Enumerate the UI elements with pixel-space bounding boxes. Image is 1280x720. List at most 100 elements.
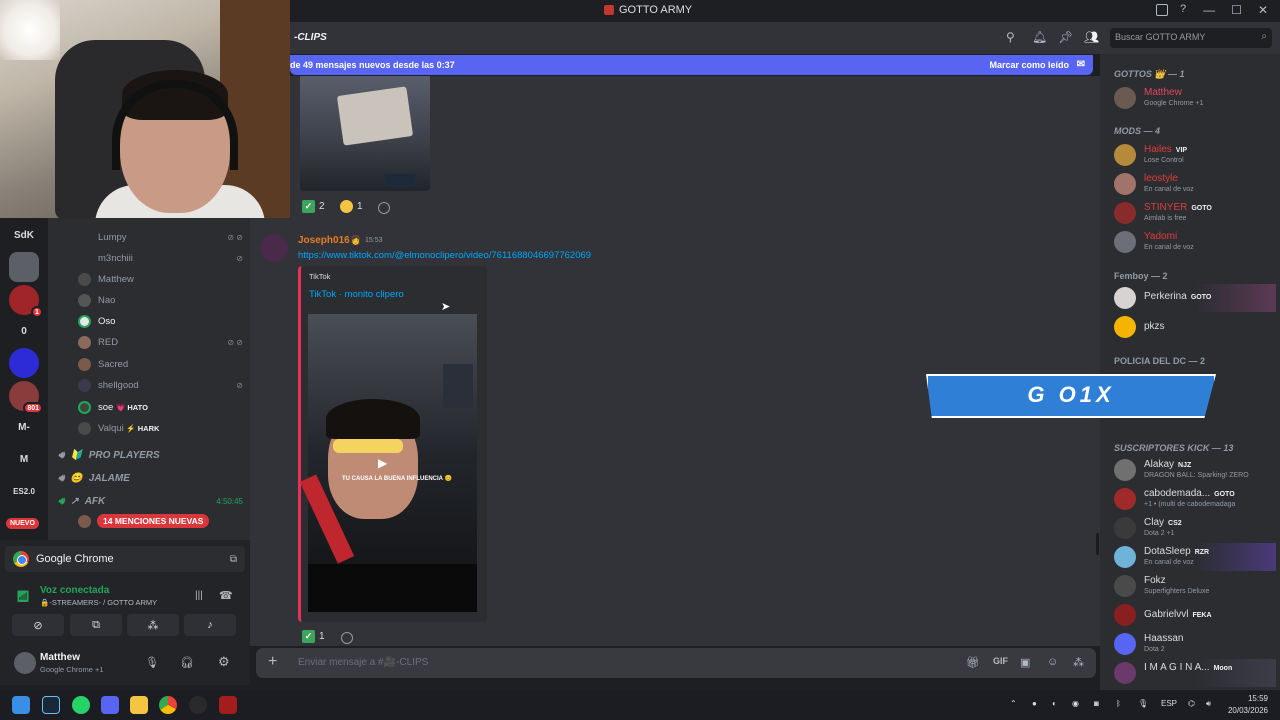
member-item[interactable]: Haassan Dota 2 (1114, 630, 1276, 658)
tray-app-icon[interactable]: ◐ (1052, 699, 1057, 708)
chrome-icon[interactable] (159, 696, 177, 714)
folder-icon[interactable] (130, 696, 148, 714)
emoji-picker-icon[interactable]: ☺ (1047, 656, 1058, 668)
member-item[interactable]: cabodemada... GOTO +1 • (multi de cabodem… (1114, 485, 1276, 513)
mark-as-read-button[interactable]: Marcar como leído (989, 60, 1069, 70)
voice-user[interactable]: Lumpy ⊘ ⊘ (78, 227, 243, 247)
server-icon[interactable]: 0 (9, 316, 39, 346)
member-item[interactable]: Yadomi En canal de voz (1114, 228, 1276, 256)
member-item[interactable]: I M A G I N A... Moon (1114, 659, 1276, 687)
soundboard-button[interactable]: ♪ (184, 614, 236, 636)
sticker-icon[interactable]: ▣ (1020, 656, 1030, 669)
member-item[interactable]: Perkerina GOTO (1114, 284, 1276, 312)
threads-icon[interactable]: ⚲ (1006, 30, 1015, 44)
add-reaction-icon[interactable] (341, 632, 353, 644)
user-name[interactable]: Matthew (40, 652, 80, 663)
member-item[interactable]: Fokz Superfighters Deluxe (1114, 572, 1276, 600)
voice-user[interactable]: m3nchiii ⊘ (78, 248, 243, 268)
member-item[interactable]: STINYER GOTO Aimlab is free (1114, 199, 1276, 227)
tray-chevron-icon[interactable]: ⌃ (1010, 699, 1017, 708)
server-icon[interactable]: 801 (9, 381, 43, 414)
camera-off-button[interactable]: ⊘ (12, 614, 64, 636)
pin-icon[interactable]: 📌︎ (1058, 30, 1073, 44)
tray-app-icon[interactable]: ● (1032, 699, 1037, 708)
disconnect-icon[interactable]: ☎ (219, 589, 233, 602)
discord-icon[interactable] (101, 696, 119, 714)
steam-icon[interactable] (42, 696, 60, 714)
voice-status[interactable]: Voz conectada (40, 585, 109, 596)
voice-user[interactable]: Oso (78, 311, 243, 331)
server-icon[interactable] (9, 252, 39, 282)
bell-icon[interactable]: 🔔︎ (1032, 30, 1047, 44)
add-reaction-icon[interactable] (378, 202, 390, 214)
chat-area[interactable]: ✓ 2 1 Joseph016 👩 15:53 https://www.tikt… (250, 76, 1100, 646)
whatsapp-icon[interactable] (72, 696, 90, 714)
voice-user[interactable]: soe 💗 HATO (78, 397, 243, 417)
members-icon[interactable]: 👥︎ (1084, 30, 1099, 44)
start-icon[interactable] (12, 696, 30, 714)
close-button[interactable]: ✕ (1258, 3, 1268, 17)
embed-title[interactable]: TikTok · monito clipero (309, 289, 404, 300)
voice-user[interactable]: shellgood ⊘ (78, 375, 243, 395)
play-icon[interactable]: ▶ (378, 456, 387, 470)
server-icon[interactable]: M- (9, 412, 39, 442)
voice-user[interactable]: RED ⊘ ⊘ (78, 332, 243, 352)
apps-icon[interactable]: ⁂ (1073, 656, 1084, 669)
attachment-image[interactable] (300, 76, 430, 191)
reaction-check[interactable]: ✓ 1 (302, 630, 325, 643)
chat-scrollbar[interactable] (1096, 533, 1099, 555)
member-item[interactable]: Clay CS2 Dota 2 +1 (1114, 514, 1276, 542)
headphones-icon[interactable]: 🎧︎ (180, 656, 194, 669)
message-input[interactable]: Enviar mensaje a #🎥-CLIPS (298, 657, 428, 668)
mentions-row[interactable]: 14 MENCIONES NUEVAS (78, 514, 210, 528)
maximize-button[interactable]: ☐ (1231, 3, 1242, 17)
app-icon[interactable] (189, 696, 207, 714)
streaming-app[interactable]: Google Chrome ⧉ (5, 546, 245, 572)
server-icon[interactable]: 1 (9, 285, 43, 318)
minimize-button[interactable]: — (1203, 3, 1215, 17)
voice-user[interactable]: Matthew (78, 269, 243, 289)
tray-mic-icon[interactable]: 🎙︎ (1138, 699, 1148, 708)
message-link[interactable]: https://www.tiktok.com/@elmonoclipero/vi… (298, 250, 591, 261)
member-item[interactable]: Hailes VIP Lose Control (1114, 141, 1276, 169)
tray-volume-icon[interactable]: 🔊︎ (1206, 699, 1211, 709)
member-item[interactable]: leostyle En canal de voz (1114, 170, 1276, 198)
dota-icon[interactable] (219, 696, 237, 714)
tray-steam-icon[interactable]: ◉ (1072, 699, 1079, 708)
tray-bluetooth-icon[interactable]: ᛒ (1116, 699, 1121, 708)
server-icon[interactable]: M (9, 444, 39, 474)
add-attachment-icon[interactable]: + (268, 653, 277, 671)
member-item[interactable]: DotaSleep RZR En canal de voz (1114, 543, 1276, 571)
tray-discord-icon[interactable]: ◙ (1094, 699, 1099, 708)
voice-user[interactable]: Valqui ⚡ HARK (78, 418, 243, 438)
settings-icon[interactable]: ⚙ (218, 654, 230, 670)
new-messages-bar[interactable]: de 49 mensajes nuevos desde las 0:37 Mar… (290, 55, 1093, 75)
voice-user[interactable]: Sacred (78, 354, 243, 374)
message-composer[interactable]: + Enviar mensaje a #🎥-CLIPS 🎁︎ GIF ▣ ☺ ⁂ (256, 648, 1096, 678)
tray-network-icon[interactable]: ⌬ (1188, 699, 1195, 708)
mentions-pill[interactable]: 14 MENCIONES NUEVAS (97, 514, 210, 528)
inbox-icon[interactable] (1156, 4, 1168, 16)
avatar[interactable] (260, 234, 288, 262)
new-badge[interactable]: NUEVO (6, 518, 39, 529)
screen-share-icon[interactable]: ⧉ (230, 554, 237, 565)
video-player[interactable]: TU CAUSA LA BUENA INFLUENCIA 😊 ▶ (299, 314, 477, 612)
search-input[interactable]: Buscar GOTTO ARMY ⌕ (1110, 28, 1272, 48)
activities-button[interactable]: ⁂ (127, 614, 179, 636)
voice-channel[interactable]: 🔊︎ 😊 JALAME (58, 469, 243, 487)
noise-suppression-icon[interactable]: ||| (195, 590, 203, 601)
taskbar-clock[interactable]: 15:59 20/03/2026 (1228, 693, 1268, 717)
member-item[interactable]: Matthew Google Chrome +1 (1114, 84, 1276, 112)
server-icon[interactable]: SdK (9, 220, 39, 250)
reaction-check[interactable]: ✓ 2 (302, 200, 325, 213)
voice-channel-name[interactable]: 🔒-STREAMERS- / GOTTO ARMY (40, 598, 157, 607)
member-item[interactable]: Gabrielvvl FEKA (1114, 601, 1276, 629)
voice-channel[interactable]: 🔊︎ 🔰 PRO PLAYERS (58, 446, 243, 464)
screen-share-button[interactable]: ⧉ (70, 614, 122, 636)
member-item[interactable]: Alakay NJZ DRAGON BALL: Sparking! ZERO (1114, 456, 1276, 484)
voice-user[interactable]: Nao (78, 290, 243, 310)
server-icon[interactable]: ES2.0 (9, 476, 39, 506)
server-icon[interactable] (9, 348, 39, 378)
tray-lang[interactable]: ESP (1161, 699, 1177, 708)
gift-icon[interactable]: 🎁︎ (966, 656, 980, 669)
